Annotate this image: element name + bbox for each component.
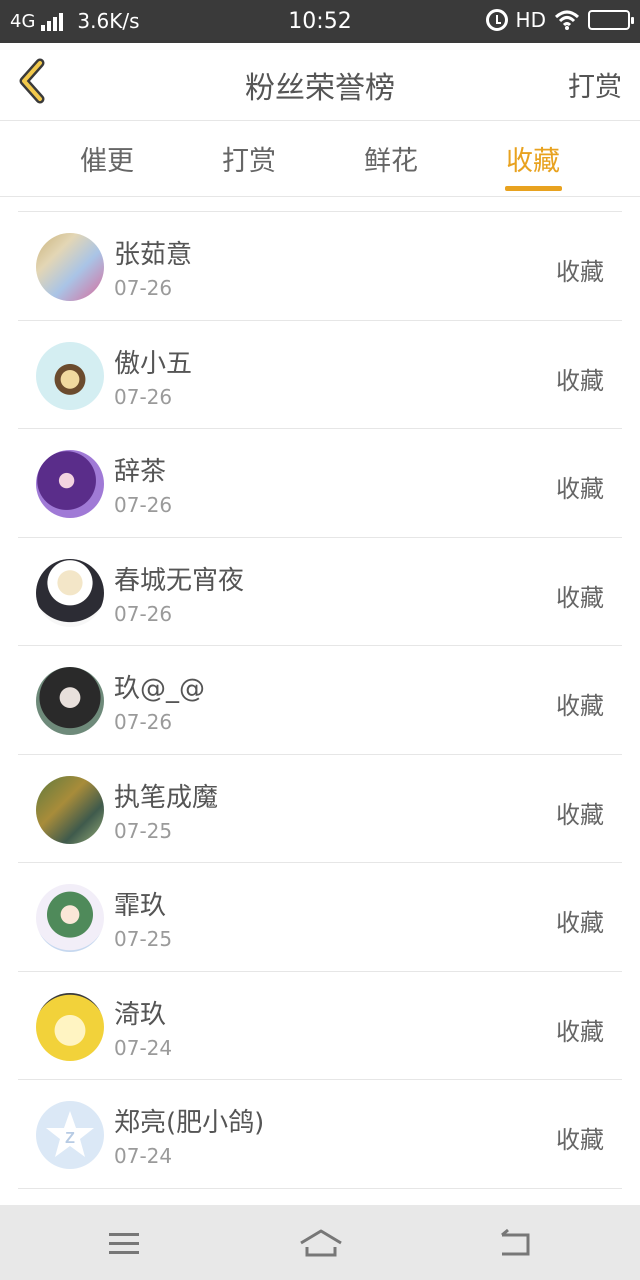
list-item[interactable]: 玖@_@ 07-26 收藏 [18, 646, 622, 755]
fan-date: 07-26 [114, 493, 173, 517]
fan-action-label: 收藏 [556, 475, 604, 503]
status-right: HD [485, 8, 634, 32]
fan-action-label: 收藏 [556, 258, 604, 286]
back-nav-button[interactable] [496, 1227, 536, 1261]
fan-name: 霏玖 [114, 891, 167, 921]
list-item[interactable]: 执笔成魔 07-25 收藏 [18, 755, 622, 863]
fan-date: 07-24 [114, 1144, 173, 1168]
hd-indicator: HD [515, 8, 546, 32]
avatar [36, 992, 104, 1061]
avatar [36, 667, 104, 735]
status-bar: 4G 3.6K/s 10:52 HD [0, 0, 640, 43]
menu-icon [109, 1233, 139, 1254]
fan-name: 春城无宵夜 [114, 565, 245, 596]
fan-name: 郑亮(肥小鸽) [114, 1108, 265, 1138]
list-item[interactable]: Z 郑亮(肥小鸽) 07-24 收藏 [18, 1080, 622, 1189]
fan-action-label: 收藏 [556, 366, 604, 395]
avatar [36, 450, 104, 518]
return-icon [501, 1228, 530, 1256]
battery-icon [588, 10, 634, 30]
system-nav-bar [0, 1205, 640, 1280]
fan-action-label: 收藏 [556, 909, 604, 937]
avatar [36, 341, 104, 410]
fan-name: 渏玖 [114, 999, 167, 1030]
list-item[interactable]: 傲小五 07-26 收藏 [18, 321, 622, 429]
fan-name: 张茹意 [114, 240, 193, 270]
fan-action-label: 收藏 [556, 800, 604, 829]
list-item[interactable]: 霏玖 07-25 收藏 [18, 863, 622, 972]
tab-favorites[interactable]: 收藏 [483, 139, 583, 178]
tab-flowers[interactable]: 鲜花 [341, 139, 441, 178]
fan-date: 07-25 [114, 818, 173, 843]
menu-button[interactable] [105, 1227, 145, 1261]
fan-date: 07-26 [114, 601, 173, 626]
list-item[interactable]: 渏玖 07-24 收藏 [18, 972, 622, 1080]
fan-list: 张茹意 07-26 收藏 傲小五 07-26 收藏 辞茶 07-26 收藏 春城… [18, 211, 622, 1189]
page-title: 粉丝荣誉榜 [245, 71, 395, 106]
avatar [36, 775, 104, 844]
wifi-icon [554, 10, 580, 30]
fan-date: 07-24 [114, 1035, 173, 1060]
list-item[interactable]: 春城无宵夜 07-26 收藏 [18, 538, 622, 646]
fan-name: 辞茶 [114, 457, 167, 487]
fan-action-label: 收藏 [556, 583, 604, 612]
tab-reward[interactable]: 打赏 [199, 139, 299, 178]
fan-action-label: 收藏 [556, 692, 604, 720]
fan-action-label: 收藏 [556, 1126, 604, 1154]
list-item[interactable]: 张茹意 07-26 收藏 [18, 212, 622, 321]
tab-urge[interactable]: 催更 [57, 139, 157, 178]
reward-button[interactable]: 打赏 [568, 65, 622, 104]
alarm-icon [485, 9, 508, 31]
list-item[interactable]: 辞茶 07-26 收藏 [18, 429, 622, 538]
fan-name: 执笔成魔 [114, 782, 219, 813]
fan-date: 07-26 [114, 710, 173, 734]
avatar [36, 233, 104, 301]
fan-date: 07-25 [114, 927, 173, 951]
qq-default-avatar-icon: Z [46, 1111, 94, 1157]
fan-action-label: 收藏 [556, 1017, 604, 1046]
fan-name: 傲小五 [114, 348, 193, 379]
avatar [36, 884, 104, 952]
avatar: Z [36, 1101, 104, 1169]
app-header: 粉丝荣誉榜 打赏 [0, 43, 640, 121]
home-button[interactable] [298, 1227, 344, 1261]
home-icon [300, 1229, 342, 1257]
active-tab-indicator [505, 186, 562, 191]
fan-name: 玖@_@ [114, 674, 206, 704]
svg-text:Z: Z [65, 1130, 75, 1147]
avatar [36, 558, 104, 627]
fan-date: 07-26 [114, 384, 173, 409]
fan-date: 07-26 [114, 276, 173, 300]
